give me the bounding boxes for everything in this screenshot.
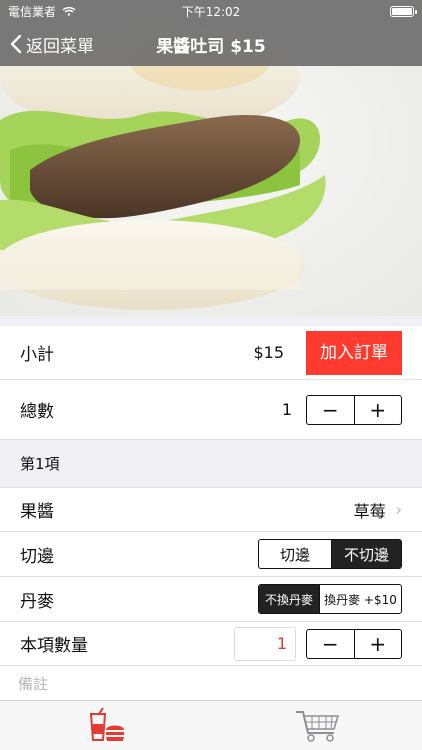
subtotal-label: 小計 — [20, 345, 54, 365]
crust-option-cut[interactable]: 切邊 — [259, 540, 331, 568]
jam-row[interactable]: 果醬 草莓 › — [0, 488, 422, 532]
danmai-row: 丹麥 不換丹麥 換丹麥 +$10 — [0, 577, 422, 622]
subtotal-value: $15 — [253, 343, 284, 362]
danmai-option-switch[interactable]: 換丹麥 +$10 — [319, 585, 401, 613]
status-bar: 電信業者 下午12:02 — [0, 0, 422, 22]
battery-icon — [390, 5, 417, 17]
item-options-section: 果醬 草莓 › 切邊 切邊 不切邊 丹麥 不換丹麥 換丹麥 +$10 本項數量 … — [0, 488, 422, 666]
section-gap — [0, 316, 422, 326]
total-increment-button[interactable]: + — [353, 395, 402, 424]
carrier-label: 電信業者 — [8, 4, 57, 19]
summary-section: 小計 $15 加入訂單 總數 1 − + — [0, 326, 422, 440]
danmai-option-keep[interactable]: 不換丹麥 — [259, 585, 319, 613]
crust-row: 切邊 切邊 不切邊 — [0, 532, 422, 577]
total-label: 總數 — [20, 402, 54, 422]
item-quantity-row: 本項數量 1 − + — [0, 622, 422, 666]
crust-segmented-control: 切邊 不切邊 — [258, 539, 402, 569]
menu-drink-burger-icon — [89, 707, 124, 741]
note-field[interactable]: 備註 — [0, 666, 422, 700]
item-group-header: 第1項 — [0, 440, 422, 488]
item-increment-button[interactable]: + — [353, 629, 402, 658]
shopping-cart-icon — [295, 710, 339, 742]
total-stepper: − + — [306, 394, 402, 425]
item-quantity-stepper: − + — [306, 628, 402, 659]
chevron-right-icon: › — [395, 500, 402, 519]
total-value: 1 — [281, 400, 292, 419]
item-quantity-label: 本項數量 — [20, 636, 88, 656]
tab-menu[interactable] — [0, 701, 211, 750]
item-decrement-button[interactable]: − — [307, 630, 354, 658]
tab-bar — [0, 700, 422, 750]
danmai-label: 丹麥 — [20, 591, 54, 612]
crust-label: 切邊 — [20, 546, 54, 567]
total-row: 總數 1 − + — [0, 380, 422, 440]
danmai-segmented-control: 不換丹麥 換丹麥 +$10 — [258, 584, 402, 614]
jam-label: 果醬 — [20, 502, 54, 522]
item-quantity-field[interactable]: 1 — [234, 626, 296, 661]
total-decrement-button[interactable]: − — [307, 396, 354, 424]
navigation-bar: 返回菜單 果醬吐司 $15 — [0, 22, 422, 66]
tab-cart[interactable] — [211, 701, 422, 750]
wifi-icon — [62, 7, 76, 16]
jam-value: 草莓 — [353, 501, 386, 521]
subtotal-row: 小計 $15 加入訂單 — [0, 326, 422, 380]
page-title: 果醬吐司 $15 — [156, 36, 266, 57]
add-to-order-button[interactable]: 加入訂單 — [306, 331, 402, 375]
crust-option-no-cut[interactable]: 不切邊 — [331, 540, 401, 568]
